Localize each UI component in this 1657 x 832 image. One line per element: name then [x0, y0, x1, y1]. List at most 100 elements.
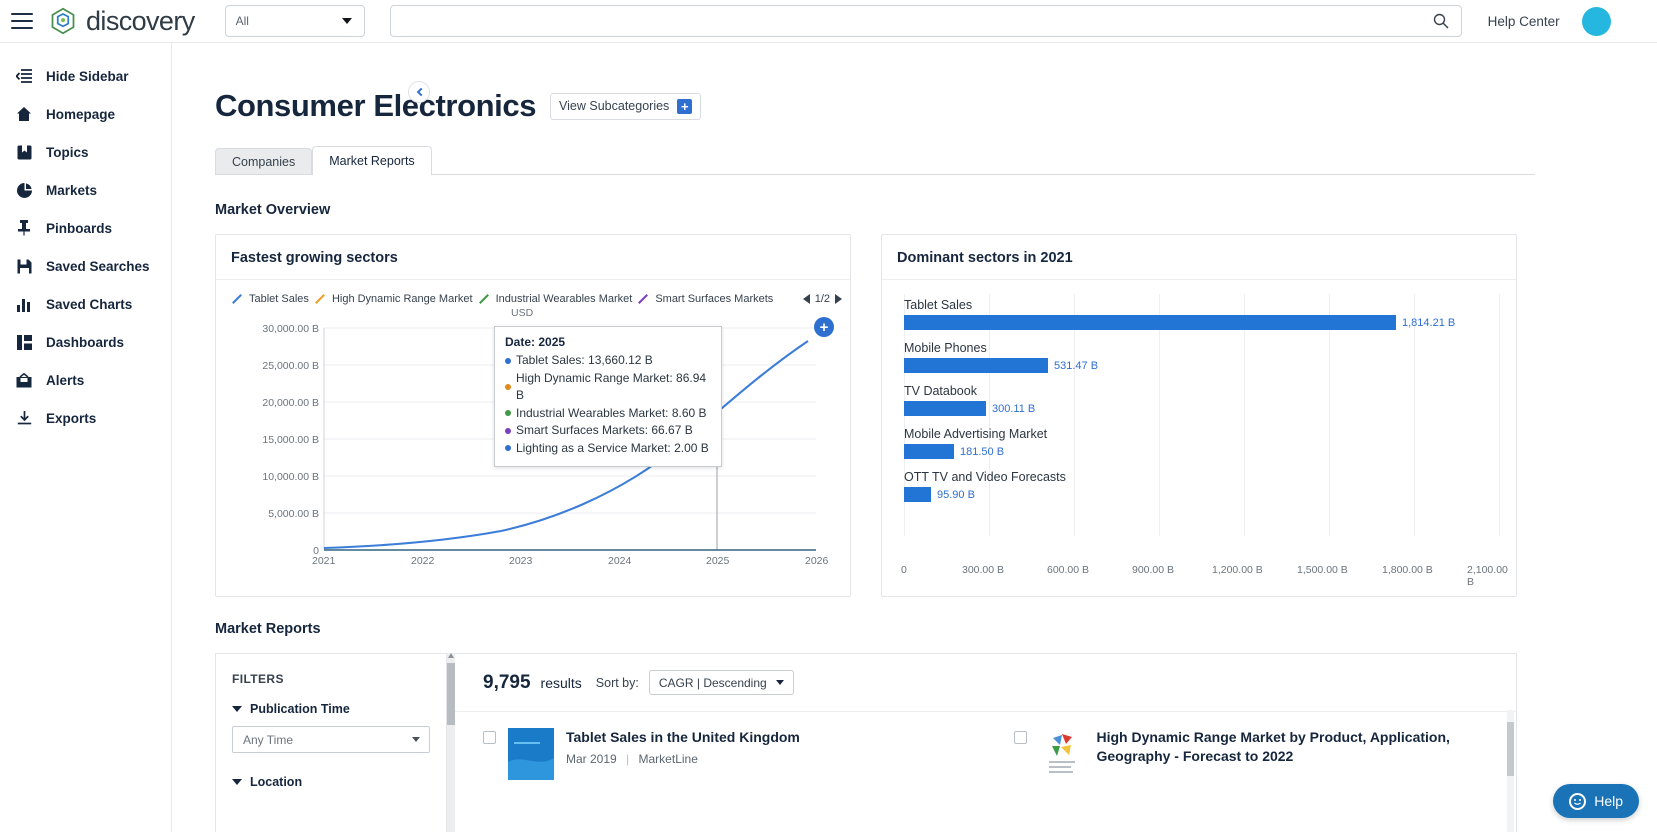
market-reports-panels: FILTERS Publication Time Any Time Locati… [215, 653, 1517, 832]
legend-swatch-icon [232, 294, 242, 304]
search-scope-select[interactable]: All [225, 5, 365, 37]
hamburger-icon[interactable] [11, 13, 33, 29]
pie-chart-icon [14, 180, 34, 200]
x-tick: 1,800.00 B [1382, 564, 1433, 576]
chevron-down-icon [342, 18, 352, 24]
sidebar-item-exports[interactable]: Exports [0, 399, 171, 437]
x-tick: 300.00 B [962, 564, 1004, 576]
bar [904, 401, 986, 416]
plus-icon: + [677, 99, 692, 114]
report-title[interactable]: Tablet Sales in the United Kingdom [566, 729, 800, 745]
line-chart[interactable]: USD 30,000.00 B 25,000.00 B 20,000.00 B … [216, 305, 852, 595]
sidebar-item-saved-charts[interactable]: Saved Charts [0, 285, 171, 323]
tooltip-text-3: Smart Surfaces Markets: 66.67 B [516, 422, 693, 440]
bar-category-label: Mobile Advertising Market [904, 427, 1516, 441]
sidebar-item-label: Saved Charts [46, 297, 132, 312]
sidebar-item-saved-searches[interactable]: Saved Searches [0, 247, 171, 285]
tooltip-text-0: Tablet Sales: 13,660.12 B [516, 352, 653, 370]
bar-value-label: 531.47 B [1054, 360, 1098, 372]
sidebar-item-topics[interactable]: Topics [0, 133, 171, 171]
list-item[interactable]: High Dynamic Range Market by Product, Ap… [1014, 728, 1499, 780]
search-box[interactable] [390, 5, 1462, 37]
sidebar-item-label: Hide Sidebar [46, 69, 129, 84]
discovery-logo-icon [49, 7, 77, 35]
scrollbar-thumb[interactable] [447, 663, 455, 725]
sidebar-item-hide-sidebar[interactable]: Hide Sidebar [0, 57, 171, 95]
bar [904, 315, 1396, 330]
tooltip-row: Smart Surfaces Markets: 66.67 B [505, 422, 711, 440]
overview-cards: Fastest growing sectors Tablet Sales Hig… [215, 234, 1657, 597]
search-icon[interactable] [1433, 13, 1449, 29]
filter-group-label: Publication Time [250, 702, 350, 716]
sidebar-item-alerts[interactable]: Alerts [0, 361, 171, 399]
help-widget-button[interactable]: Help [1553, 784, 1639, 818]
filter-group-publication-time[interactable]: Publication Time [232, 702, 430, 716]
sidebar-item-markets[interactable]: Markets [0, 171, 171, 209]
scroll-up-icon[interactable] [448, 653, 454, 658]
bar [904, 358, 1048, 373]
tooltip-row: Lighting as a Service Market: 2.00 B [505, 440, 711, 458]
series-dot-icon [505, 384, 511, 390]
tab-companies[interactable]: Companies [215, 148, 312, 174]
series-dot-icon [505, 410, 511, 416]
sidebar-item-homepage[interactable]: Homepage [0, 95, 171, 133]
tooltip-title: Date: 2025 [505, 335, 711, 349]
result-checkbox[interactable] [1014, 731, 1027, 744]
filters-heading: FILTERS [232, 672, 430, 686]
legend-label: High Dynamic Range Market [332, 293, 473, 305]
chevron-down-icon [232, 779, 242, 785]
x-tick: 2024 [608, 555, 631, 567]
tab-bar: Companies Market Reports [215, 147, 1535, 175]
search-input[interactable] [403, 14, 1433, 29]
publication-time-select[interactable]: Any Time [232, 726, 430, 753]
sidebar-item-label: Homepage [46, 107, 115, 122]
avatar[interactable] [1582, 7, 1611, 36]
bar-value-label: 181.50 B [960, 446, 1004, 458]
filters-scrollbar[interactable] [447, 653, 455, 832]
bar-row: Tablet Sales 1,814.21 B [904, 298, 1516, 330]
bar-row: OTT TV and Video Forecasts 95.90 B [904, 470, 1516, 502]
sort-by-value: CAGR | Descending [659, 676, 767, 690]
bar-category-label: Mobile Phones [904, 341, 1516, 355]
tooltip-row: Tablet Sales: 13,660.12 B [505, 352, 711, 370]
collapse-filters-button[interactable] [408, 81, 430, 103]
filter-group-location[interactable]: Location [232, 775, 430, 789]
add-chart-button[interactable]: + [814, 317, 834, 337]
result-checkbox[interactable] [483, 731, 496, 744]
sidebar-item-dashboards[interactable]: Dashboards [0, 323, 171, 361]
tab-market-reports[interactable]: Market Reports [312, 146, 431, 175]
search-scope-value: All [236, 14, 249, 28]
chart-title-line: Fastest growing sectors [216, 235, 850, 280]
x-tick: 2023 [509, 555, 532, 567]
scrollbar-thumb[interactable] [1507, 722, 1514, 776]
legend-item[interactable]: High Dynamic Range Market [314, 293, 473, 305]
x-tick: 0 [901, 564, 907, 576]
help-center-link[interactable]: Help Center [1488, 14, 1560, 29]
results-scrollbar[interactable] [1507, 710, 1514, 832]
sidebar-item-pinboards[interactable]: Pinboards [0, 209, 171, 247]
legend-item[interactable]: Industrial Wearables Market [478, 293, 633, 305]
report-title[interactable]: High Dynamic Range Market by Product, Ap… [1097, 729, 1450, 764]
sidebar-item-label: Alerts [46, 373, 84, 388]
market-reports-heading: Market Reports [215, 621, 1657, 637]
horizontal-bar-chart[interactable]: Tablet Sales 1,814.21 B Mobile Phones 53… [882, 280, 1516, 570]
series-dot-icon [505, 428, 511, 434]
legend-item[interactable]: Tablet Sales [231, 293, 309, 305]
tooltip-text-2: Industrial Wearables Market: 8.60 B [516, 405, 707, 423]
market-reports-section: Market Reports FILTERS Publication Time … [215, 621, 1657, 832]
view-subcategories-button[interactable]: View Subcategories + [550, 93, 701, 120]
view-subcategories-label: View Subcategories [559, 99, 669, 113]
legend-next-icon[interactable] [835, 294, 842, 304]
x-tick: 1,500.00 B [1297, 564, 1348, 576]
legend-item[interactable]: Smart Surfaces Markets [637, 293, 773, 305]
tooltip-text-1: High Dynamic Range Market: 86.94 B [516, 370, 711, 405]
meta-separator: | [626, 752, 629, 766]
x-tick: 1,200.00 B [1212, 564, 1263, 576]
filters-panel: FILTERS Publication Time Any Time Locati… [215, 653, 447, 832]
brand-logo[interactable]: discovery [49, 6, 195, 37]
legend-prev-icon[interactable] [803, 294, 810, 304]
list-item[interactable]: Tablet Sales in the United Kingdom Mar 2… [483, 728, 968, 780]
sort-by-select[interactable]: CAGR | Descending [649, 670, 794, 695]
market-overview-heading: Market Overview [215, 202, 1657, 218]
results-column-right: High Dynamic Range Market by Product, Ap… [986, 712, 1517, 780]
